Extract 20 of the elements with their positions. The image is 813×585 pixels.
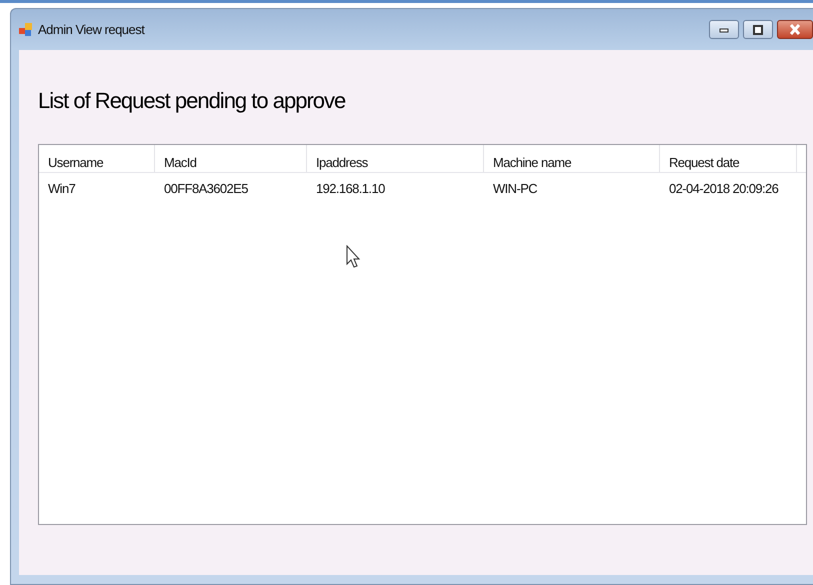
table-cell-text: 02-04-2018 20:09:26: [668, 180, 780, 198]
table-cell-text: Win7: [47, 180, 76, 198]
table-cell-text: WIN-PC: [492, 180, 538, 198]
close-icon: [789, 24, 801, 35]
table-cell-text: 192.168.1.10: [315, 180, 386, 198]
mouse-pointer-icon: [346, 245, 362, 270]
minimize-icon: [719, 26, 729, 32]
table-cell-text: 00FF8A3602E5: [163, 180, 249, 198]
page-heading: List of Request pending to approve: [38, 88, 346, 114]
close-button[interactable]: [777, 20, 813, 39]
maximize-button[interactable]: [743, 20, 773, 39]
window-title: Admin View request: [38, 20, 144, 39]
minimize-button[interactable]: [709, 20, 739, 39]
column-header[interactable]: Ipaddress: [307, 145, 484, 172]
column-header[interactable]: MacId: [155, 145, 307, 172]
column-header[interactable]: Username: [39, 145, 155, 172]
app-icon: [19, 22, 33, 36]
column-header[interactable]: Machine name: [484, 145, 660, 172]
maximize-icon: [753, 24, 763, 34]
column-header[interactable]: Request date: [660, 145, 797, 172]
